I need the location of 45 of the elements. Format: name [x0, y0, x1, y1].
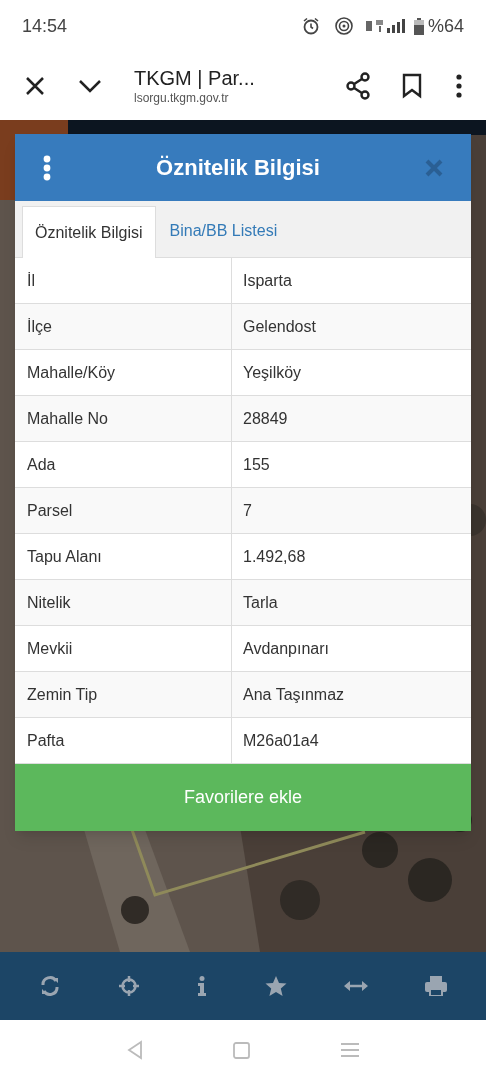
attribute-value: M26a01a4 — [243, 730, 319, 751]
attribute-label: Tapu Alanı — [27, 546, 102, 567]
attribute-label: Ada — [27, 454, 56, 475]
info-icon[interactable] — [197, 976, 208, 996]
alarm-icon — [301, 17, 320, 35]
refresh-icon[interactable] — [38, 975, 61, 997]
attribute-value: Isparta — [243, 270, 292, 291]
tab[interactable]: Bina/BB Listesi — [155, 205, 292, 257]
attribute-value: Avdanpınarı — [243, 638, 329, 659]
crosshair-icon[interactable] — [118, 975, 140, 997]
star-icon[interactable] — [264, 975, 287, 997]
attribute-value: Yeşilköy — [243, 362, 302, 383]
more-options-icon[interactable] — [456, 74, 462, 98]
add-favorites-button[interactable]: Favorilere ekle — [15, 764, 471, 831]
attribute-label: Zemin Tip — [27, 684, 98, 705]
attribute-value: 7 — [243, 500, 252, 521]
attribute-label: Nitelik — [27, 592, 71, 613]
attribute-value: Tarla — [243, 592, 278, 613]
attribute-value: 155 — [243, 454, 270, 475]
close-icon[interactable] — [24, 75, 46, 97]
attribute-label: İl — [27, 270, 35, 291]
attribute-value: Gelendost — [243, 316, 316, 337]
attribute-label: İlçe — [27, 316, 52, 337]
bookmark-icon[interactable] — [402, 73, 422, 99]
battery-percentage: %64 — [427, 14, 464, 38]
page-url: lsorgu.tkgm.gov.tr — [134, 90, 230, 106]
horizontal-arrows-icon[interactable] — [343, 980, 368, 992]
hotspot-icon — [333, 16, 354, 36]
battery-icon — [413, 17, 424, 35]
tab[interactable]: Öznitelik Bilgisi — [22, 206, 156, 258]
attribute-label: Mahalle/Köy — [27, 362, 116, 383]
chevron-down-icon[interactable] — [78, 78, 102, 94]
attribute-value: Ana Taşınmaz — [243, 684, 345, 705]
printer-icon[interactable] — [425, 976, 448, 996]
attribute-label: Pafta — [27, 730, 65, 751]
attribute-label: Mahalle No — [27, 408, 108, 429]
attribute-value: 1.492,68 — [243, 546, 306, 567]
dialog-title: Öznitelik Bilgisi — [155, 154, 321, 182]
share-icon[interactable] — [344, 72, 372, 100]
page-title: TKGM | Par... — [134, 66, 255, 90]
attribute-value: 28849 — [243, 408, 288, 429]
attribute-label: Mevkii — [27, 638, 73, 659]
attribute-label: Parsel — [27, 500, 73, 521]
signal-icon — [365, 18, 408, 34]
status-time: 14:54 — [22, 14, 68, 38]
